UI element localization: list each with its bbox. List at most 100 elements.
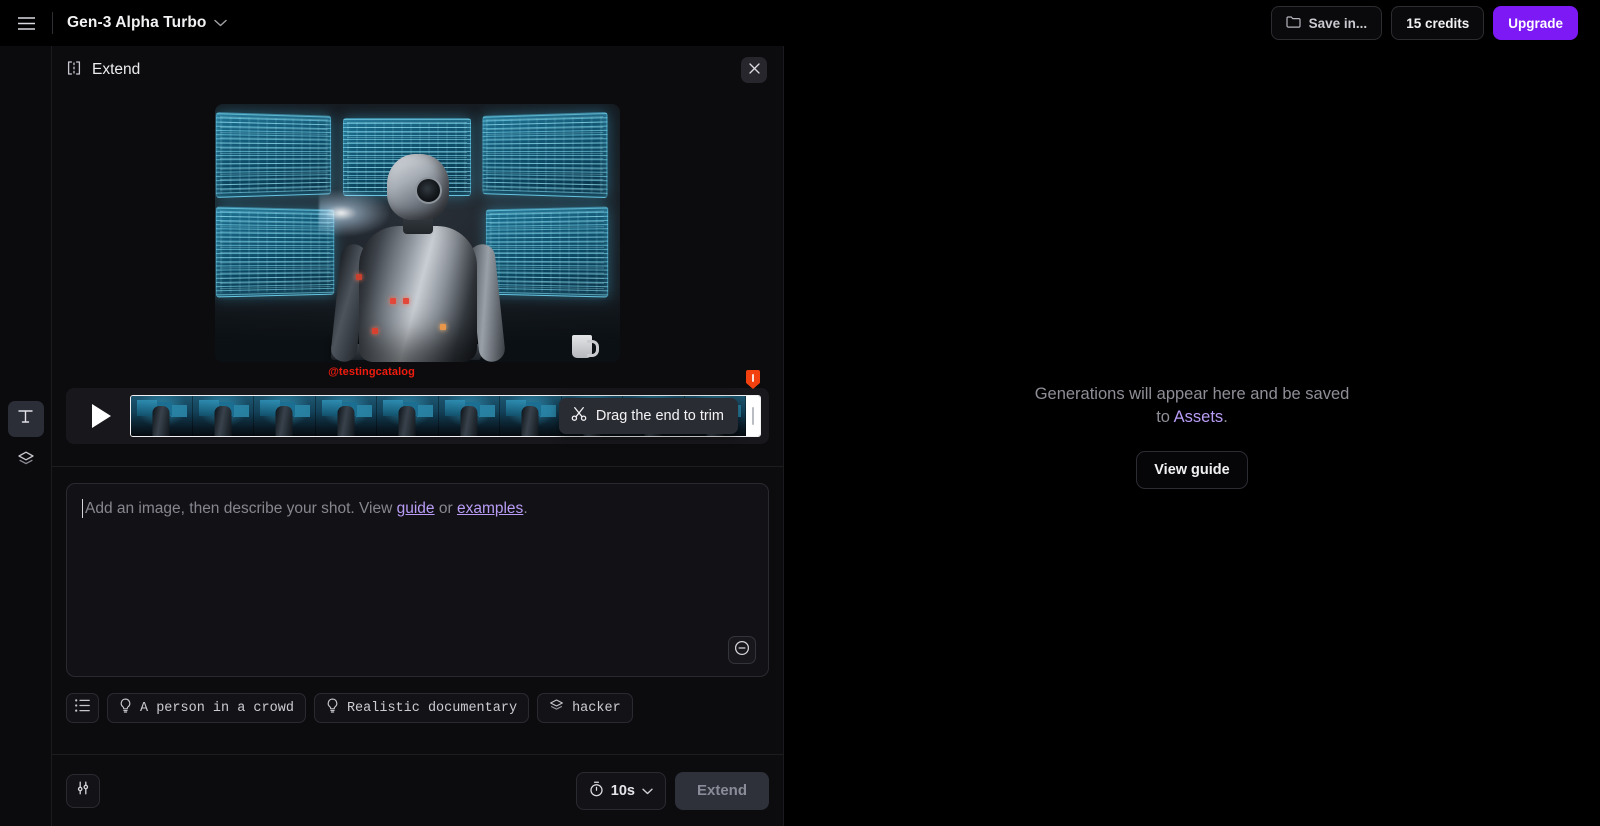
view-guide-button[interactable]: View guide xyxy=(1136,451,1247,489)
chip-label: Realistic documentary xyxy=(347,701,517,716)
settings-button[interactable] xyxy=(66,774,100,808)
video-preview[interactable] xyxy=(215,104,620,362)
body-row: Extend @testingcatalog Drag the end to t… xyxy=(0,46,1600,826)
extend-submit-button[interactable]: Extend xyxy=(675,772,769,810)
stopwatch-icon xyxy=(589,781,604,801)
generations-empty-message: Generations will appear here and be save… xyxy=(1027,383,1357,430)
hamburger-icon xyxy=(18,17,35,30)
assets-link[interactable]: Assets xyxy=(1174,408,1224,426)
list-icon xyxy=(75,699,90,717)
timeline-bar: Drag the end to trim xyxy=(66,388,769,444)
text-caret xyxy=(82,499,83,518)
panel-header: Extend xyxy=(52,46,783,94)
robot-led xyxy=(372,328,378,334)
playhead-marker[interactable] xyxy=(746,370,760,389)
monitor-top-left xyxy=(216,112,331,198)
filmstrip-frame xyxy=(500,396,562,436)
chevron-down-icon xyxy=(214,14,227,32)
preview-wrapper xyxy=(52,94,783,362)
close-icon xyxy=(749,61,760,79)
sliders-icon xyxy=(75,780,91,801)
hamburger-menu-button[interactable] xyxy=(0,0,52,46)
chip-a-person-in-a-crowd[interactable]: A person in a crowd xyxy=(107,693,306,723)
extend-panel: Extend @testingcatalog Drag the end to t… xyxy=(52,46,784,826)
filmstrip-frame xyxy=(439,396,501,436)
trim-handle-right[interactable] xyxy=(746,396,760,436)
top-bar: Gen-3 Alpha Turbo Save in... 15 credits xyxy=(0,0,1600,46)
rail-tool-group xyxy=(0,401,51,479)
rail-item-text-tool[interactable] xyxy=(8,401,44,437)
placeholder-or: or xyxy=(435,500,457,517)
chip-list[interactable] xyxy=(66,693,99,723)
generations-pane: Generations will appear here and be save… xyxy=(784,46,1600,826)
robot-led xyxy=(356,274,362,280)
model-name-label: Gen-3 Alpha Turbo xyxy=(67,14,206,32)
guide-link[interactable]: guide xyxy=(397,500,435,517)
robot-led xyxy=(403,298,409,304)
suggestion-chips: A person in a crowd Realistic documentar… xyxy=(52,677,783,723)
shoulder-light-flare xyxy=(319,188,393,238)
placeholder-suffix: . xyxy=(523,500,527,517)
robot-led xyxy=(440,324,446,330)
save-in-label: Save in... xyxy=(1309,16,1368,31)
trim-tooltip-label: Drag the end to trim xyxy=(596,408,724,424)
timeline-zone: @testingcatalog Drag the end to trim xyxy=(52,362,783,460)
watermark-label: @testingcatalog xyxy=(52,366,783,378)
filmstrip-frame xyxy=(316,396,378,436)
monitor-bottom-left xyxy=(216,207,334,298)
filmstrip-frame xyxy=(254,396,316,436)
upgrade-button[interactable]: Upgrade xyxy=(1493,6,1578,40)
filmstrip-frame xyxy=(377,396,439,436)
coffee-mug xyxy=(572,335,592,358)
view-guide-label: View guide xyxy=(1154,462,1229,478)
lightbulb-icon xyxy=(119,698,132,718)
play-icon xyxy=(92,404,111,428)
layers-icon xyxy=(17,450,35,473)
duration-selector[interactable]: 10s xyxy=(576,772,666,810)
lightbulb-icon xyxy=(326,698,339,718)
layers-icon xyxy=(549,698,564,718)
robot-figure xyxy=(328,148,508,362)
credits-button[interactable]: 15 credits xyxy=(1391,6,1484,40)
save-in-button[interactable]: Save in... xyxy=(1271,6,1383,40)
filmstrip-frame xyxy=(131,396,193,436)
robot-led xyxy=(390,298,396,304)
chip-label: hacker xyxy=(572,701,621,716)
play-button[interactable] xyxy=(72,388,130,444)
filmstrip-container[interactable]: Drag the end to trim xyxy=(130,395,761,437)
text-tool-icon xyxy=(17,408,34,430)
app-root: Gen-3 Alpha Turbo Save in... 15 credits xyxy=(0,0,1600,826)
folder-icon xyxy=(1286,15,1301,31)
robot-torso xyxy=(359,226,477,362)
robot-head xyxy=(387,154,449,220)
extend-button-label: Extend xyxy=(697,782,747,799)
trim-tooltip: Drag the end to trim xyxy=(559,398,738,434)
panel-footer: 10s Extend xyxy=(52,754,783,826)
filmstrip-frame xyxy=(193,396,255,436)
close-panel-button[interactable] xyxy=(741,57,767,83)
examples-link[interactable]: examples xyxy=(457,500,523,517)
panel-title: Extend xyxy=(66,60,140,81)
preview-scene xyxy=(215,104,620,362)
chip-hacker[interactable]: hacker xyxy=(537,693,633,723)
footer-actions: 10s Extend xyxy=(576,772,769,810)
prompt-placeholder: Add an image, then describe your shot. V… xyxy=(83,498,752,520)
topbar-actions: Save in... 15 credits Upgrade xyxy=(1271,6,1590,40)
prompt-input[interactable]: Add an image, then describe your shot. V… xyxy=(66,483,769,677)
model-selector[interactable]: Gen-3 Alpha Turbo xyxy=(53,8,237,38)
panel-title-label: Extend xyxy=(92,61,140,79)
chip-label: A person in a crowd xyxy=(140,701,294,716)
chevron-down-icon xyxy=(642,783,653,799)
chip-realistic-documentary[interactable]: Realistic documentary xyxy=(314,693,529,723)
empty-message-suffix: . xyxy=(1223,408,1228,426)
minus-circle-icon xyxy=(734,640,750,661)
scissors-icon xyxy=(571,406,587,426)
extend-brackets-icon xyxy=(66,60,82,81)
placeholder-prefix: Add an image, then describe your shot. V… xyxy=(85,500,397,517)
collapse-prompt-button[interactable] xyxy=(728,636,756,664)
prompt-zone: Add an image, then describe your shot. V… xyxy=(52,467,783,677)
duration-label: 10s xyxy=(611,783,635,799)
rail-item-layers-tool[interactable] xyxy=(8,443,44,479)
left-rail xyxy=(0,46,52,826)
trim-grip-icon xyxy=(752,407,754,425)
